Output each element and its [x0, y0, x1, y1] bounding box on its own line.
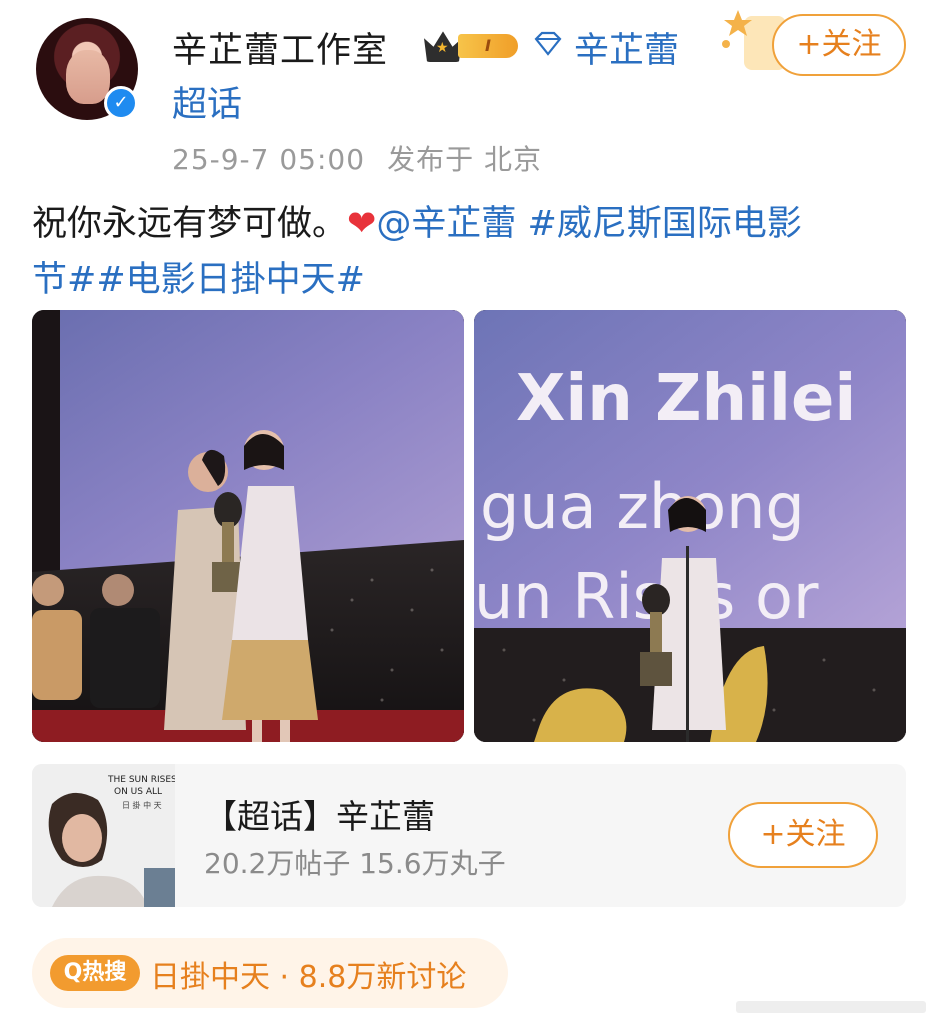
diamond-icon — [534, 31, 562, 56]
hot-search-count: · 8.8万新讨论 — [279, 960, 467, 995]
hot-search-topic: 日掛中天 — [150, 960, 270, 995]
post-meta: 25-9-7 05:00 发布于 北京 — [172, 138, 542, 178]
hashtag-venice[interactable]: #威尼斯国际电影 — [528, 204, 802, 244]
hot-search-tag: Q热搜 — [50, 955, 140, 991]
vip-level: I — [458, 34, 518, 58]
poster-subtitle: 日 掛 中 天 — [122, 800, 162, 810]
supertopic-poster: THE SUN RISES ON US ALL 日 掛 中 天 — [32, 764, 175, 907]
username[interactable]: 辛芷蕾工作室 — [172, 22, 388, 73]
supertopic-stats: 20.2万帖子 15.6万丸子 — [204, 847, 506, 880]
post-image-1[interactable] — [32, 310, 464, 742]
post-image-2[interactable]: Xin Zhilei gua zhong un Rises or — [474, 310, 906, 742]
hot-search-text[interactable]: 日掛中天 · 8.8万新讨论 — [150, 952, 466, 996]
mention-link[interactable]: @辛芷蕾 — [376, 204, 516, 244]
hashtag-film[interactable]: #电影日掛中天# — [96, 260, 365, 300]
screen-text-line2: gua zhong — [480, 470, 805, 543]
screen-text-line1: Xin Zhilei — [516, 362, 856, 436]
supertopic-follow-button[interactable]: +关注 — [728, 802, 878, 868]
supertopic-title[interactable]: 【超话】辛芷蕾 — [204, 790, 435, 838]
location: 发布于 北京 — [387, 143, 542, 176]
timestamp: 25-9-7 05:00 — [172, 143, 366, 176]
heart-icon: ❤ — [347, 204, 377, 244]
post-body: 祝你永远有梦可做。 — [32, 204, 348, 244]
supertopic-link[interactable]: 辛芷蕾 — [574, 22, 679, 73]
watermark — [736, 1001, 926, 1013]
vip-badge[interactable]: ★ I — [424, 28, 520, 62]
poster-title-2: ON US ALL — [114, 787, 162, 797]
post-text: 祝你永远有梦可做。❤@辛芷蕾 #威尼斯国际电影节##电影日掛中天# — [32, 196, 912, 308]
supertopic-link-suffix[interactable]: 超话 — [172, 76, 242, 127]
poster-title-1: THE SUN RISES — [107, 775, 175, 785]
follow-button[interactable]: +关注 — [772, 14, 906, 76]
verified-badge-icon: ✓ — [104, 86, 138, 120]
star-icon: ★ — [436, 40, 449, 56]
hashtag-venice-cont[interactable]: 节# — [32, 260, 96, 300]
